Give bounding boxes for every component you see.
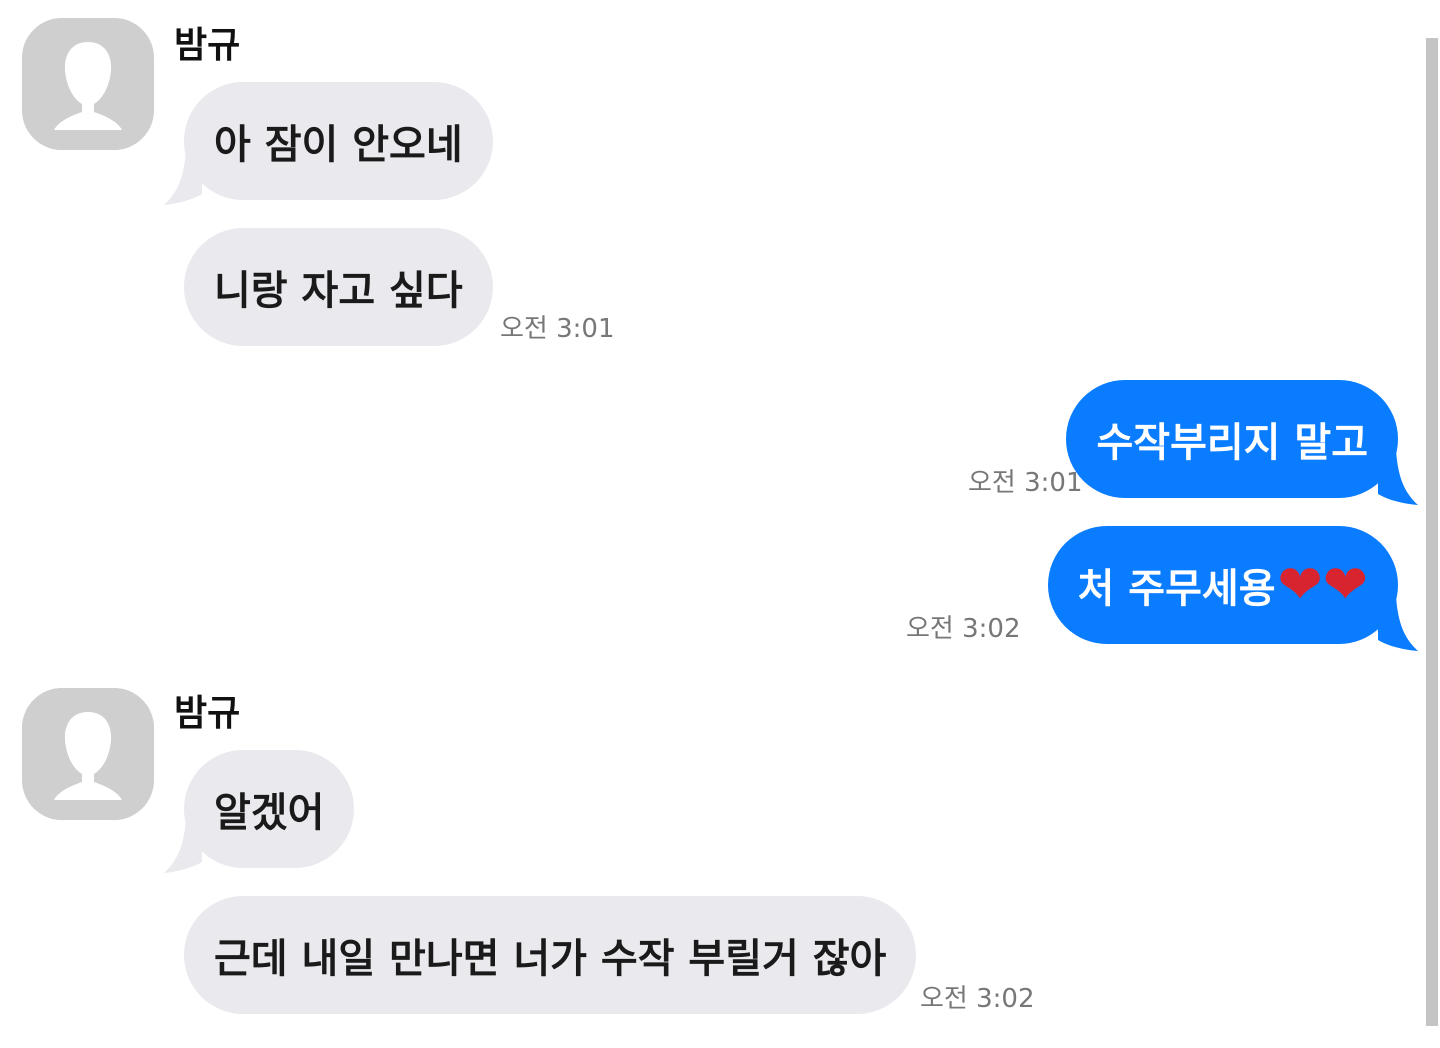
scrollbar[interactable] <box>1426 38 1438 1026</box>
bubble-tail <box>1378 596 1418 651</box>
heart-emoji: ❤❤ <box>1277 553 1369 616</box>
message-text: 수작부리지 말고 <box>1096 420 1368 466</box>
person-silhouette-icon <box>22 688 154 820</box>
message-text: 니랑 자고 싶다 <box>214 268 463 314</box>
contact-avatar[interactable] <box>22 688 154 820</box>
message-timestamp: 오전 3:02 <box>920 984 1035 1014</box>
message-text: 아 잠이 안오네 <box>214 122 463 168</box>
sender-name: 밤규 <box>174 693 241 734</box>
message-bubble-incoming[interactable]: 알겠어 <box>184 750 355 868</box>
person-silhouette-icon <box>22 18 154 150</box>
message-bubble-outgoing[interactable]: 수작부리지 말고 <box>1066 380 1398 498</box>
contact-avatar[interactable] <box>22 18 154 150</box>
message-timestamp: 오전 3:01 <box>968 468 1083 498</box>
message-bubble-incoming[interactable]: 니랑 자고 싶다 <box>184 228 493 346</box>
message-text: 알겠어 <box>214 790 325 836</box>
message-timestamp: 오전 3:02 <box>906 614 1021 644</box>
chat-screen: 밤규 아 잠이 안오네 니랑 자고 싶다 오전 3:01 수작부리지 말고 오전… <box>0 0 1440 1048</box>
message-bubble-incoming[interactable]: 근데 내일 만나면 너가 수작 부릴거 잖아 <box>184 896 917 1014</box>
message-text: 처 주무세용 <box>1077 566 1276 612</box>
message-bubble-outgoing[interactable]: 처 주무세용 ❤❤ <box>1047 526 1398 644</box>
message-timestamp: 오전 3:01 <box>500 314 615 344</box>
message-text: 근데 내일 만나면 너가 수작 부릴거 잖아 <box>214 936 887 982</box>
sender-name: 밤규 <box>174 25 241 66</box>
bubble-tail <box>1378 450 1418 505</box>
message-bubble-incoming[interactable]: 아 잠이 안오네 <box>184 82 493 200</box>
